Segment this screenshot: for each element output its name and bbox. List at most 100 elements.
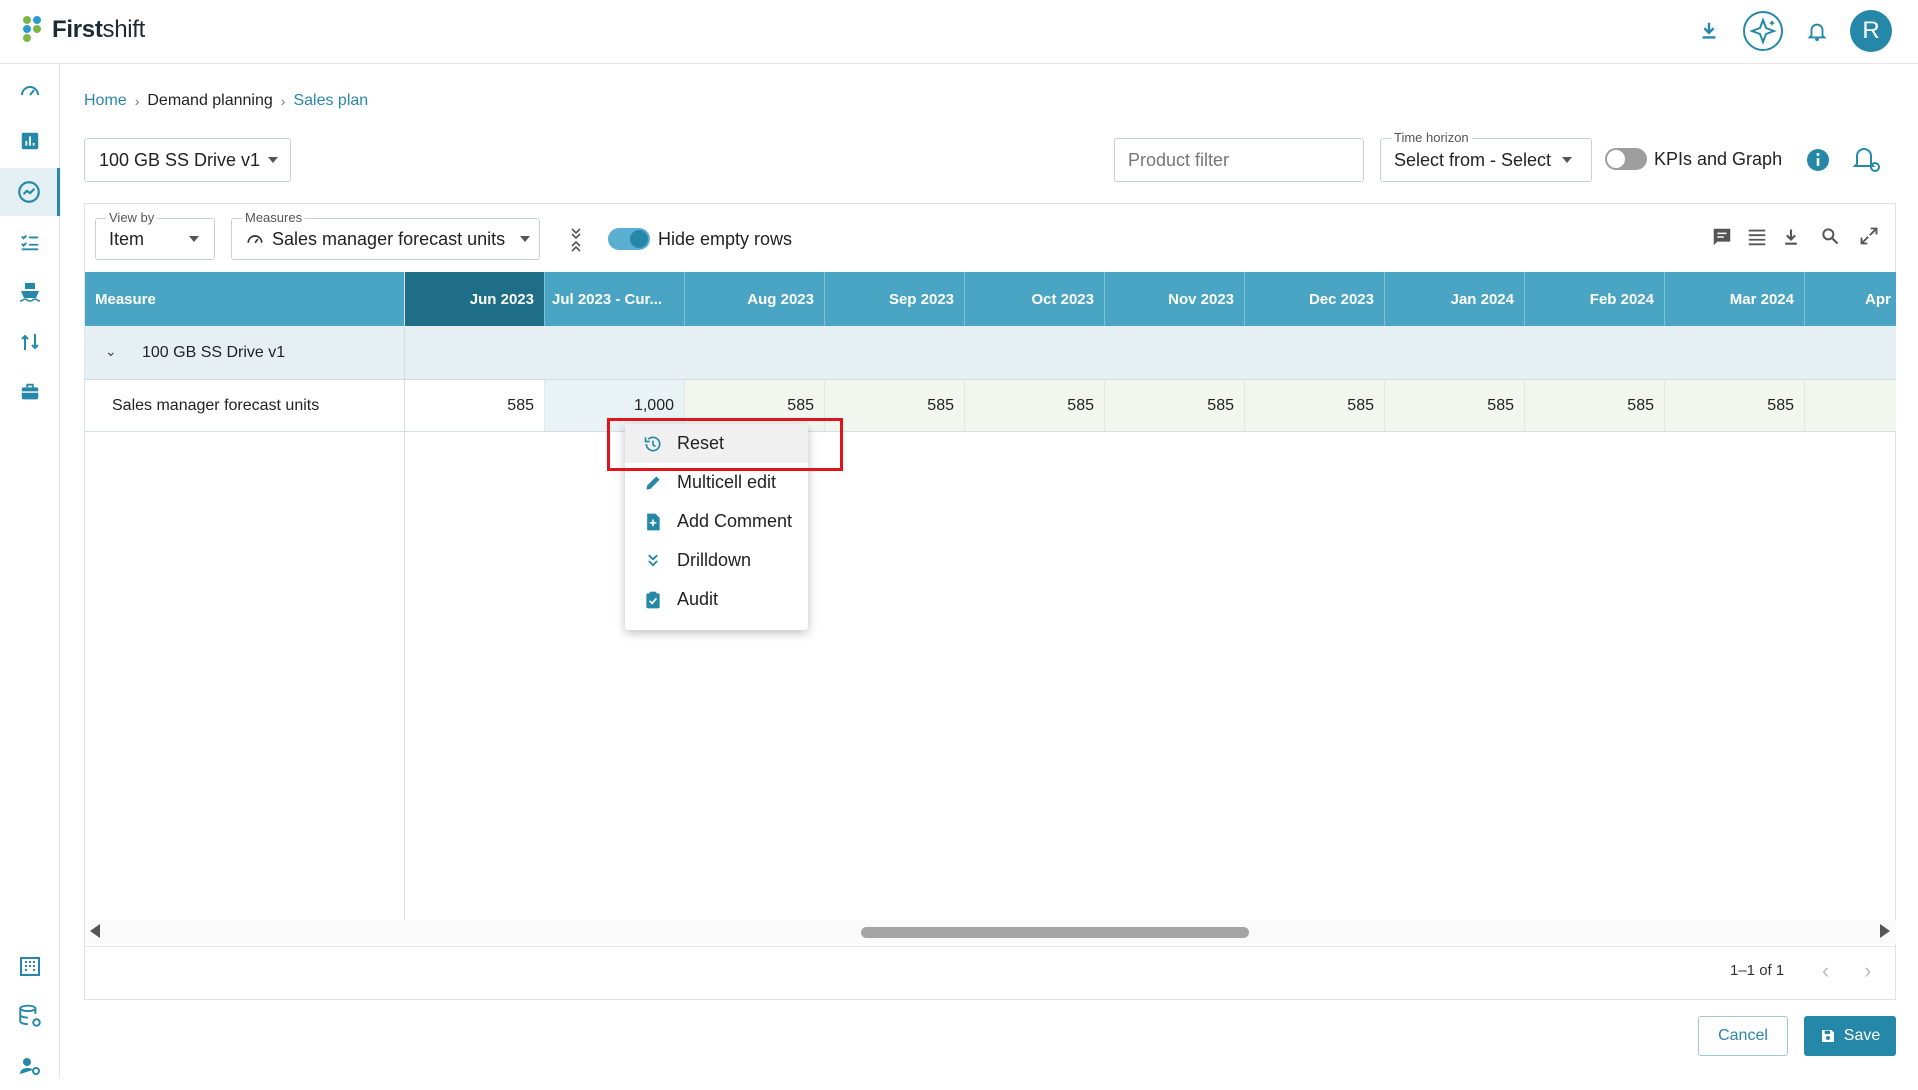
table-cell[interactable]: 585	[1245, 380, 1385, 431]
view-by-value: Item	[109, 228, 145, 249]
pencil-icon	[646, 475, 660, 490]
next-page-icon[interactable]: ›	[1864, 958, 1871, 984]
caret-down-icon	[520, 236, 530, 242]
list-icon[interactable]	[1746, 226, 1768, 248]
breadcrumb-current: Sales plan	[293, 92, 369, 109]
double-chevron-down-icon	[648, 554, 658, 566]
search-icon[interactable]	[1820, 226, 1840, 246]
alert-settings-icon[interactable]	[1851, 144, 1883, 174]
caret-down-icon	[1562, 157, 1572, 163]
database-settings-icon[interactable]	[0, 992, 60, 1040]
column-header[interactable]: Jul 2023 - Cur...	[545, 272, 685, 326]
ai-sparkle-icon[interactable]	[1742, 10, 1784, 52]
task-list-icon[interactable]	[0, 218, 60, 266]
save-button[interactable]: Save	[1804, 1016, 1896, 1056]
column-header[interactable]: Jan 2024	[1385, 272, 1525, 326]
plan-selector[interactable]: 100 GB SS Drive v1	[84, 138, 291, 182]
chevron-right-icon: ›	[280, 93, 286, 109]
caret-down-icon	[268, 157, 279, 163]
plan-selector-value: 100 GB SS Drive v1	[99, 149, 261, 170]
column-header[interactable]: Oct 2023	[965, 272, 1105, 326]
horizontal-scrollbar[interactable]	[85, 920, 1896, 944]
clipboard-check-icon	[646, 591, 660, 608]
product-filter-placeholder: Product filter	[1128, 149, 1230, 170]
firstshift-logo[interactable]: Firstshift	[20, 14, 145, 46]
bar-chart-icon[interactable]	[0, 117, 60, 165]
menu-item-drilldown[interactable]: Drilldown	[625, 541, 808, 580]
logo-icon	[23, 16, 41, 42]
kpi-graph-label: KPIs and Graph	[1654, 149, 1783, 169]
download-icon[interactable]	[1698, 20, 1720, 42]
table-cell[interactable]: 585	[1525, 380, 1665, 431]
hide-empty-rows-label: Hide empty rows	[658, 229, 793, 249]
hide-empty-rows-toggle[interactable]	[608, 228, 650, 250]
column-header[interactable]: Sep 2023	[825, 272, 965, 326]
logo-text: Firstshift	[52, 16, 146, 43]
table-cell[interactable]: 585	[1385, 380, 1525, 431]
kpi-graph-toggle[interactable]	[1605, 148, 1647, 170]
pagination-text: 1–1 of 1	[1730, 962, 1785, 979]
time-horizon-label: Time horizon	[1391, 130, 1472, 145]
table-cell[interactable]: 585	[965, 380, 1105, 431]
menu-item-add-comment[interactable]: Add Comment	[625, 502, 808, 541]
ship-icon[interactable]	[0, 268, 60, 316]
user-avatar[interactable]: R	[1850, 10, 1892, 52]
toggle-knob	[1607, 150, 1625, 168]
table-cell[interactable]	[1805, 380, 1896, 431]
scroll-left-icon[interactable]	[90, 924, 100, 938]
column-divider	[404, 272, 405, 920]
column-header[interactable]: Jun 2023	[405, 272, 545, 326]
table-cell[interactable]: 585	[405, 380, 545, 431]
menu-item-audit[interactable]: Audit	[625, 580, 808, 619]
measures-value: Sales manager forecast units	[272, 228, 506, 249]
briefcase-icon[interactable]	[0, 368, 60, 416]
sidebar	[0, 64, 60, 1078]
table-cell[interactable]: 585	[1665, 380, 1805, 431]
product-filter-input[interactable]: Product filter	[1114, 138, 1364, 182]
row-label: Sales manager forecast units	[85, 380, 405, 431]
download-icon[interactable]	[1781, 226, 1801, 248]
column-header[interactable]: Feb 2024	[1525, 272, 1665, 326]
expand-collapse-icon[interactable]	[566, 226, 586, 254]
cancel-button[interactable]: Cancel	[1698, 1016, 1788, 1056]
table-cell[interactable]: 585	[1105, 380, 1245, 431]
gauge-icon	[247, 235, 263, 244]
breadcrumb-demand-planning[interactable]: Demand planning	[147, 92, 272, 110]
fullscreen-icon[interactable]	[1859, 226, 1879, 246]
group-label: 100 GB SS Drive v1	[142, 344, 286, 361]
column-header[interactable]: Aug 2023	[685, 272, 825, 326]
user-settings-icon[interactable]	[0, 1042, 60, 1090]
highlight-box	[607, 418, 843, 471]
scroll-right-icon[interactable]	[1880, 924, 1890, 938]
column-header[interactable]: Nov 2023	[1105, 272, 1245, 326]
grid-header: Measure Jun 2023 Jul 2023 - Cur... Aug 2…	[85, 272, 1896, 326]
time-horizon-value: Select from - Select	[1394, 149, 1552, 170]
bell-icon[interactable]	[1806, 19, 1828, 43]
menu-item-label: Drilldown	[677, 550, 752, 570]
measure-column-header[interactable]: Measure	[85, 272, 405, 326]
menu-item-label: Multicell edit	[677, 472, 777, 492]
info-icon[interactable]	[1806, 148, 1830, 172]
time-horizon-select[interactable]: Time horizon Select from - Select	[1380, 130, 1592, 182]
sales-plan-icon[interactable]	[0, 168, 60, 216]
menu-item-label: Audit	[677, 589, 719, 609]
save-icon	[1821, 1030, 1834, 1042]
table-cell[interactable]: 585	[825, 380, 965, 431]
route-icon[interactable]	[0, 318, 60, 366]
column-header[interactable]: Mar 2024	[1665, 272, 1805, 326]
column-header[interactable]: Dec 2023	[1245, 272, 1385, 326]
comment-icon[interactable]	[1711, 226, 1733, 248]
chevron-down-icon[interactable]: ⌄	[105, 343, 117, 360]
previous-page-icon[interactable]: ‹	[1822, 958, 1829, 984]
add-comment-icon	[647, 513, 660, 530]
view-by-select[interactable]: View by Item	[95, 210, 215, 260]
caret-down-icon	[189, 236, 199, 242]
column-header[interactable]: Apr	[1805, 272, 1896, 326]
scrollbar-thumb[interactable]	[861, 927, 1249, 938]
table-row: Sales manager forecast units 585 1,000 5…	[85, 380, 1896, 432]
building-icon[interactable]	[0, 942, 60, 990]
dashboard-icon[interactable]	[0, 67, 60, 115]
group-row[interactable]: ⌄ 100 GB SS Drive v1	[85, 326, 1896, 380]
measures-select[interactable]: Measures Sales manager forecast units	[231, 210, 540, 260]
breadcrumb-home[interactable]: Home	[84, 92, 127, 110]
